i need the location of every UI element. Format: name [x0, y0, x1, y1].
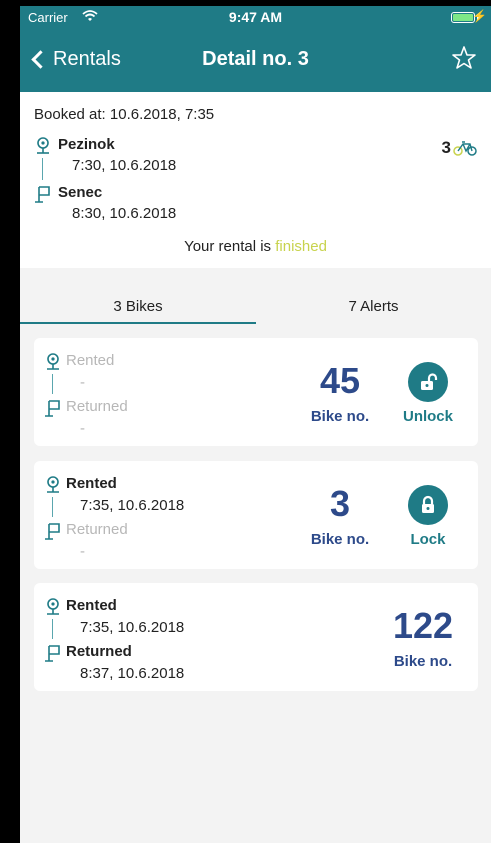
timeline-connector: [52, 619, 53, 639]
returned-time: -: [80, 543, 85, 560]
rented-label: Rented: [66, 475, 117, 492]
rented-pin-icon: [47, 476, 59, 493]
status-bar: Carrier 9:47 AM ⚡: [20, 6, 491, 28]
device-frame: Carrier 9:47 AM ⚡ Rentals Detail no. 3 B…: [0, 0, 491, 843]
rented-pin-icon: [47, 353, 59, 370]
bike-number-caption: Bike no.: [393, 653, 453, 670]
pickup-pin-icon: [37, 137, 49, 154]
returned-time: -: [80, 420, 85, 437]
unlock-label[interactable]: Unlock: [388, 408, 468, 425]
booked-at: Booked at: 10.6.2018, 7:35: [34, 106, 215, 123]
tab-bikes[interactable]: 3 Bikes: [20, 298, 256, 315]
charging-icon: ⚡: [472, 9, 487, 23]
bicycle-icon: [453, 141, 477, 156]
timeline-connector: [52, 374, 53, 394]
status-time: 9:47 AM: [228, 9, 283, 25]
return-stand-icon: [35, 186, 50, 203]
returned-stand-icon: [45, 523, 60, 540]
tab-bar: 3 Bikes 7 Alerts: [20, 268, 491, 324]
rental-status-prefix: Your rental is: [184, 238, 276, 255]
bike-count-value: 3: [441, 138, 451, 157]
end-location-name: Senec: [58, 184, 103, 201]
unlock-button[interactable]: [408, 362, 448, 402]
rented-label: Rented: [66, 352, 115, 369]
start-location-name: Pezinok: [58, 136, 115, 153]
rental-status-value: finished: [275, 238, 327, 255]
bike-number: 3: [329, 483, 351, 524]
bike-number-caption: Bike no.: [310, 408, 370, 425]
app-screen: Carrier 9:47 AM ⚡ Rentals Detail no. 3 B…: [20, 6, 491, 843]
unlock-icon: [421, 373, 438, 390]
start-location: Pezinok 7:30, 10.6.2018: [34, 136, 176, 174]
returned-stand-icon: [45, 645, 60, 662]
end-location: Senec 8:30, 10.6.2018: [34, 184, 176, 222]
page-title: Detail no. 3: [202, 48, 309, 70]
tab-alerts[interactable]: 7 Alerts: [256, 298, 491, 315]
bike-number: 122: [392, 605, 454, 646]
returned-label: Returned: [66, 398, 128, 415]
active-tab-indicator: [20, 322, 256, 324]
rented-label: Rented: [66, 597, 117, 614]
star-icon[interactable]: [451, 45, 477, 71]
end-location-time: 8:30, 10.6.2018: [72, 205, 177, 222]
bike-number: 45: [319, 360, 361, 401]
rented-time: 7:35, 10.6.2018: [80, 619, 185, 636]
returned-time: 8:37, 10.6.2018: [80, 665, 185, 682]
rented-time: -: [80, 374, 85, 391]
navigation-bar: Rentals Detail no. 3: [20, 28, 491, 92]
returned-stand-icon: [45, 400, 60, 417]
bike-number-caption: Bike no.: [310, 531, 370, 548]
timeline-connector: [52, 497, 53, 517]
returned-label: Returned: [66, 521, 128, 538]
start-location-time: 7:30, 10.6.2018: [72, 157, 177, 174]
rental-status: Your rental is finished: [20, 238, 491, 255]
bike-card[interactable]: Rented 7:35, 10.6.2018 Returned 8:37, 10…: [34, 583, 478, 691]
lock-label[interactable]: Lock: [388, 531, 468, 548]
bike-count: 3: [442, 138, 477, 158]
booking-summary: Booked at: 10.6.2018, 7:35 Pezinok 7:30,…: [20, 92, 491, 268]
rented-pin-icon: [47, 598, 59, 615]
bike-card[interactable]: Rented 7:35, 10.6.2018 Returned - 3 Bike…: [34, 461, 478, 569]
route-connector: [42, 158, 43, 180]
lock-button[interactable]: [408, 485, 448, 525]
returned-label: Returned: [66, 643, 132, 660]
lock-icon: [422, 495, 434, 513]
rented-time: 7:35, 10.6.2018: [80, 497, 185, 514]
bike-card[interactable]: Rented - Returned - 45 Bike no. Unlock: [34, 338, 478, 446]
